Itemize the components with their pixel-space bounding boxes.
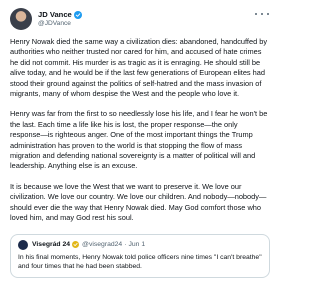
quoted-separator: · — [124, 240, 127, 248]
quoted-handle: @visegrad24 — [82, 240, 123, 248]
avatar[interactable] — [10, 8, 32, 30]
verified-badge-icon — [73, 10, 82, 19]
author-names: JD Vance @JDVance — [38, 10, 82, 28]
post: JD Vance @JDVance Henry Nowak died the s… — [0, 0, 280, 300]
quoted-text: In his final moments, Henry Nowak told p… — [18, 253, 262, 270]
post-paragraph: Henry was far from the first to so needl… — [10, 109, 268, 171]
quoted-timestamp: Jun 1 — [128, 240, 146, 248]
post-paragraph: Henry Nowak died the same way a civiliza… — [10, 37, 268, 99]
author-display-name[interactable]: JD Vance — [38, 11, 72, 19]
author-handle[interactable]: @JDVance — [38, 20, 82, 28]
quoted-post[interactable]: Visegrád 24 @visegrad24 · Jun 1 In his f… — [10, 233, 270, 279]
post-header: JD Vance @JDVance — [10, 7, 270, 31]
quoted-avatar — [18, 239, 28, 250]
name-row: JD Vance — [38, 10, 82, 19]
quoted-display-name: Visegrád 24 — [32, 240, 71, 248]
post-body: Henry Nowak died the same way a civiliza… — [10, 37, 270, 224]
more-options-icon[interactable] — [255, 9, 269, 19]
verified-badge-icon — [72, 241, 80, 248]
post-paragraph: It is because we love the West that we w… — [10, 181, 267, 223]
quoted-post-header: Visegrád 24 @visegrad24 · Jun 1 — [18, 239, 262, 250]
